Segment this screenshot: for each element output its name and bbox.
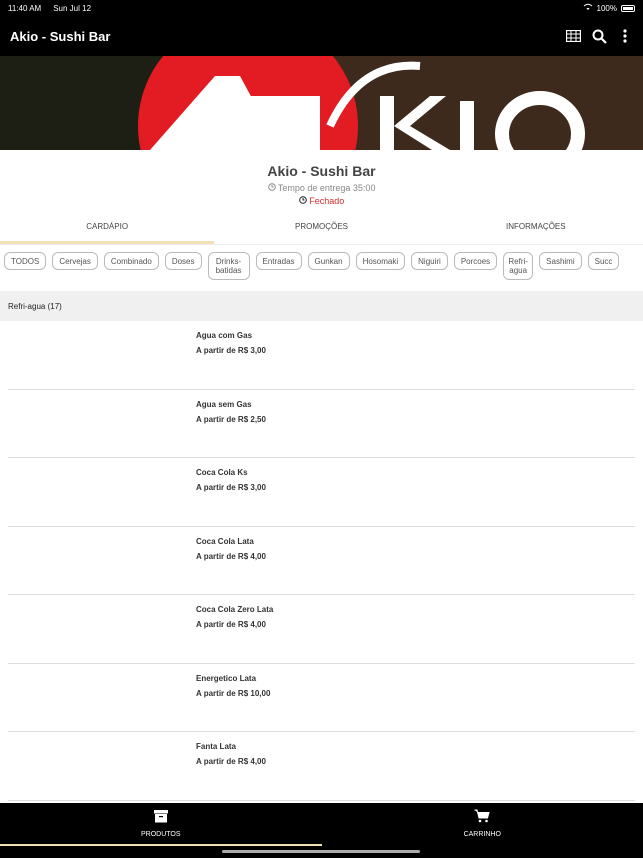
app-bar: Akio - Sushi Bar: [0, 16, 643, 56]
category-chip-doses[interactable]: Doses: [164, 252, 202, 270]
status-bar: 11:40 AM Sun Jul 12 100%: [0, 0, 643, 16]
product-name: Coca Cola Zero Lata: [196, 605, 274, 614]
category-chip-entradas[interactable]: Entradas: [255, 252, 302, 270]
store-banner: [0, 56, 643, 150]
product-price: A partir de R$ 4,00: [196, 757, 266, 766]
app-title: Akio - Sushi Bar: [10, 28, 111, 44]
category-chip-porcoes[interactable]: Porcoes: [453, 252, 498, 270]
store-status: Fechado: [0, 196, 643, 206]
list-item[interactable]: Coca Cola Zero Lata A partir de R$ 4,00: [8, 595, 635, 664]
category-chip-combinado[interactable]: Combinado: [103, 252, 159, 270]
product-name: Coca Cola Lata: [196, 536, 254, 546]
product-price: A partir de R$ 4,00: [196, 551, 266, 561]
delivery-text: Tempo de entrega 35:00: [277, 183, 376, 193]
search-icon[interactable]: [591, 28, 607, 44]
product-name: Fanta Lata: [196, 742, 237, 751]
list-item[interactable]: Fanta Lata A partir de R$ 4,00: [8, 732, 635, 801]
category-chip-todos[interactable]: TODOS: [4, 252, 47, 270]
product-price: A partir de R$ 4,00: [196, 620, 266, 629]
product-price: A partir de R$ 2,50: [196, 414, 266, 424]
status-date: Sun Jul 12: [53, 3, 92, 13]
list-item[interactable]: Agua sem Gas A partir de R$ 2,50: [8, 390, 635, 458]
store-logo-image: [0, 56, 643, 150]
more-vertical-icon[interactable]: [617, 28, 633, 44]
category-chip-niguiri[interactable]: Niguiri: [411, 252, 448, 270]
battery-icon: [621, 4, 635, 12]
status-text: Fechado: [309, 196, 345, 206]
product-name: Agua sem Gas: [196, 399, 252, 409]
product-name: Coca Cola Ks: [196, 468, 248, 477]
table-icon[interactable]: [565, 28, 581, 44]
clock-icon: [267, 183, 278, 193]
product-price: A partir de R$ 3,00: [196, 483, 266, 492]
list-item[interactable]: Coca Cola Ks A partir de R$ 3,00: [8, 458, 635, 527]
nav-products-label: PRODUTOS: [140, 831, 181, 838]
app-actions: [565, 28, 633, 44]
list-item[interactable]: Agua com Gas A partir de R$ 3,00: [8, 321, 635, 390]
product-list: Agua com Gas A partir de R$ 3,00 Agua se…: [0, 321, 643, 803]
product-price: A partir de R$ 3,00: [196, 346, 266, 355]
cart-icon: [474, 809, 490, 825]
list-item[interactable]: Coca Cola Lata A partir de R$ 4,00: [8, 527, 635, 595]
box-icon: [153, 809, 169, 825]
status-time: 11:40 AM: [8, 3, 42, 13]
battery-percent: 100%: [596, 3, 617, 13]
delivery-time: Tempo de entrega 35:00: [0, 183, 643, 193]
store-header: Akio - Sushi Bar Tempo de entrega 35:00 …: [0, 150, 643, 210]
category-chip-sashimi[interactable]: Sashimi: [539, 252, 582, 270]
list-item[interactable]: Energetico Lata A partir de R$ 10,00: [8, 664, 635, 732]
home-indicator: [222, 850, 420, 853]
category-chip-succ[interactable]: Succ: [587, 252, 620, 270]
tab-promocoes[interactable]: PROMOÇÕES: [214, 213, 428, 244]
category-chip-hosomaki[interactable]: Hosomaki: [355, 252, 406, 270]
status-right: 100%: [583, 3, 635, 13]
tab-cardapio[interactable]: CARDÁPIO: [0, 213, 215, 244]
category-chips: TODOS Cervejas Combinado Doses Drinks-ba…: [0, 252, 643, 284]
product-name: Agua com Gas: [196, 331, 253, 340]
tab-informacoes[interactable]: INFORMAÇÕES: [429, 213, 643, 244]
clock-icon: [298, 196, 310, 206]
product-price: A partir de R$ 10,00: [196, 688, 271, 698]
store-name: Akio - Sushi Bar: [267, 163, 376, 179]
category-chip-drinks-batidas[interactable]: Drinks-batidas: [207, 252, 250, 280]
category-chip-cervejas[interactable]: Cervejas: [52, 252, 98, 270]
nav-cart-label: CARRINHO: [463, 831, 501, 838]
section-header: Refri-agua (17): [0, 291, 643, 321]
category-chip-gunkan[interactable]: Gunkan: [307, 252, 350, 270]
product-name: Energetico Lata: [196, 673, 257, 683]
menu-tabs: CARDÁPIO PROMOÇÕES INFORMAÇÕES: [0, 213, 643, 245]
category-chip-refri-agua[interactable]: Refri-agua: [503, 252, 534, 280]
wifi-icon: [583, 3, 593, 13]
